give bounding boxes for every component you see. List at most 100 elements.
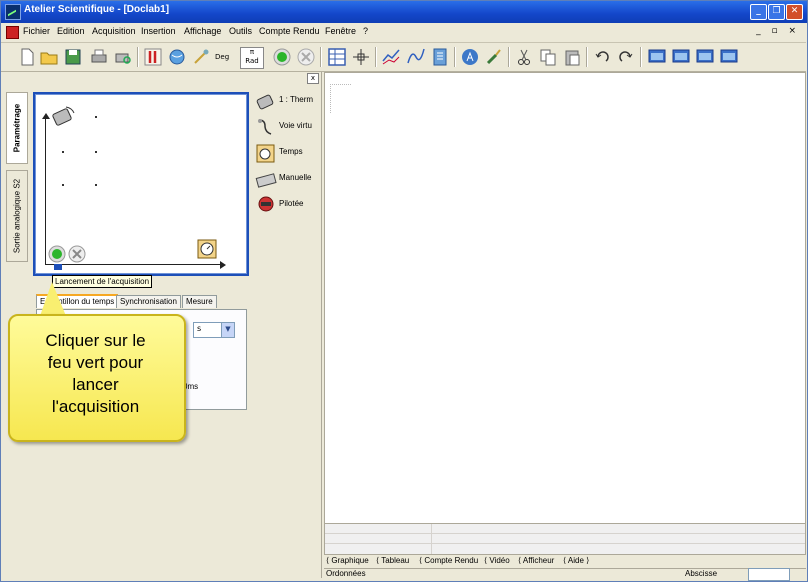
menu-compte-rendu[interactable]: Compte Rendu — [259, 26, 320, 36]
green-light-icon[interactable] — [272, 47, 292, 67]
callout-line: l'acquisition — [51, 397, 140, 416]
menu-acquisition[interactable]: Acquisition — [92, 26, 136, 36]
new-icon[interactable] — [17, 47, 37, 67]
virtual-channel-icon — [258, 119, 272, 135]
tab-graphique-label: Graphique — [331, 556, 369, 565]
sensor-icon[interactable] — [143, 47, 163, 67]
menu-edition[interactable]: Edition — [57, 26, 85, 36]
chart-icon[interactable] — [381, 47, 401, 67]
chevron-down-icon: ▼ — [221, 323, 234, 337]
source-label: Voie virtu — [279, 121, 312, 130]
tab-afficheur-label: Afficheur — [522, 556, 555, 565]
menu-fenetre[interactable]: Fenêtre — [325, 26, 356, 36]
save-icon[interactable] — [63, 47, 83, 67]
cross-cursor-icon[interactable] — [351, 47, 371, 67]
window4-icon[interactable] — [719, 47, 739, 67]
toolbar-separator — [137, 47, 139, 67]
mdi-controls[interactable]: _ ▫ × — [756, 26, 800, 36]
pilot-icon — [258, 196, 274, 212]
preview-dot — [95, 151, 97, 153]
data-grid-strip — [324, 523, 806, 555]
source-label: 1 : Therm — [279, 95, 314, 104]
unit-value: s — [197, 324, 202, 333]
unit-select[interactable]: s ▼ — [193, 322, 235, 338]
tab-sortie-analogique[interactable]: Sortie analogique S2 — [6, 170, 28, 262]
tab-video-label: Vidéo — [489, 556, 510, 565]
print-icon[interactable] — [89, 47, 109, 67]
stop-icon[interactable] — [296, 47, 316, 67]
x-axis — [45, 264, 220, 265]
menu-outils[interactable]: Outils — [229, 26, 252, 36]
copy-icon[interactable] — [538, 47, 558, 67]
paste-icon[interactable] — [562, 47, 582, 67]
tab-tableau[interactable]: ⟨ Tableau — [376, 554, 409, 567]
tab-compte-rendu[interactable]: ⟨ Compte Rendu — [419, 554, 478, 567]
document-icon[interactable] — [6, 26, 19, 39]
app-icon — [5, 4, 21, 20]
window2-icon[interactable] — [671, 47, 691, 67]
abscisse-select[interactable] — [748, 568, 790, 581]
open-icon[interactable] — [39, 47, 59, 67]
tab-graphique[interactable]: ⟨ Graphique — [326, 554, 369, 567]
print-preview-icon[interactable] — [113, 47, 133, 67]
table-icon[interactable] — [327, 47, 347, 67]
source-label: Manuelle — [279, 173, 312, 182]
font-icon[interactable] — [460, 47, 480, 67]
globe-icon[interactable] — [167, 47, 187, 67]
x-axis-arrow — [220, 261, 226, 269]
preview-dot — [62, 151, 64, 153]
tab-synchronisation[interactable]: Synchronisation — [116, 295, 181, 308]
thermometer-sensor-icon[interactable] — [50, 103, 76, 129]
preview-dot — [95, 184, 97, 186]
source-label: Temps — [279, 147, 303, 156]
wand-icon[interactable] — [191, 47, 211, 67]
deg-icon[interactable]: Deg — [215, 47, 235, 67]
toolbar: Deg π Rad — [1, 43, 806, 72]
stopwatch-icon[interactable] — [196, 236, 220, 260]
menu-affichage[interactable]: Affichage — [184, 26, 221, 36]
menu-insertion[interactable]: Insertion — [141, 26, 176, 36]
brush-icon[interactable] — [484, 47, 504, 67]
tab-parametrage[interactable]: Paramétrage — [6, 92, 28, 164]
source-label: Pilotée — [279, 199, 304, 208]
restore-button[interactable]: ❐ — [768, 4, 785, 20]
rad-icon[interactable]: π Rad — [240, 47, 264, 69]
tab-parametrage-label: Paramétrage — [12, 103, 22, 153]
menu-help[interactable]: ? — [363, 26, 368, 36]
redo-icon[interactable] — [616, 47, 636, 67]
tab-compte-rendu-label: Compte Rendu — [424, 556, 479, 565]
curve-icon[interactable] — [406, 47, 426, 67]
notebook-icon[interactable] — [430, 47, 450, 67]
close-button[interactable]: ✕ — [786, 4, 803, 20]
stopwatch-icon — [256, 144, 275, 163]
callout-pointer — [40, 282, 66, 316]
tab-video[interactable]: ⟨ Vidéo — [484, 554, 510, 567]
cancel-acquisition-icon[interactable] — [68, 245, 86, 263]
start-acquisition-button[interactable] — [48, 245, 66, 263]
preview-dot — [95, 116, 97, 118]
callout-line: lancer — [72, 375, 119, 394]
undo-icon[interactable] — [592, 47, 612, 67]
minimize-button[interactable]: _ — [750, 4, 767, 20]
tab-tableau-label: Tableau — [381, 556, 410, 565]
tab-mesure[interactable]: Mesure — [182, 295, 217, 308]
status-ordonnees: Ordonnées — [326, 569, 366, 578]
vertical-tabs: Paramétrage Sortie analogique S2 — [6, 92, 28, 262]
tab-afficheur[interactable]: ⟨ Afficheur — [518, 554, 554, 567]
status-abscisse: Abscisse — [685, 569, 718, 578]
window1-icon[interactable] — [647, 47, 667, 67]
document-area[interactable] — [324, 72, 806, 525]
window3-icon[interactable] — [695, 47, 715, 67]
cut-icon[interactable] — [514, 47, 534, 67]
callout-line: Cliquer sur le — [45, 331, 146, 350]
tooltip: Lancement de l'acquisition — [52, 275, 153, 288]
toolbar-separator — [508, 47, 510, 67]
y-axis — [45, 115, 46, 265]
tab-aide[interactable]: ⟨ Aide ⟩ — [563, 554, 589, 567]
selection-marker — [54, 264, 62, 270]
toolbar-separator — [640, 47, 642, 67]
panel-close-button[interactable]: x — [307, 73, 319, 84]
toolbar-separator — [375, 47, 377, 67]
rad-label: Rad — [245, 57, 259, 65]
menu-fichier[interactable]: Fichier — [23, 26, 50, 36]
